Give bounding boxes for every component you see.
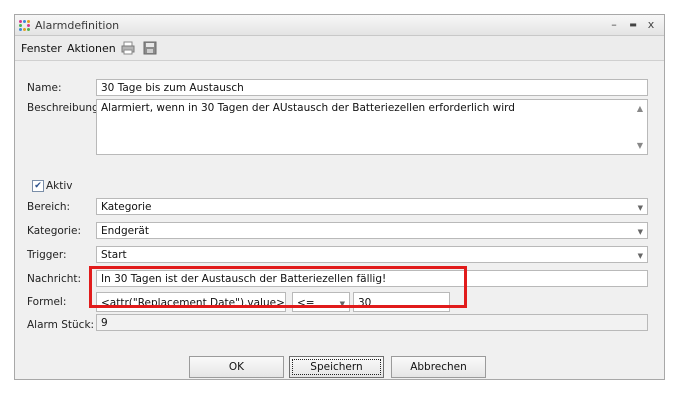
- area-select[interactable]: Kategorie ▼: [96, 198, 648, 215]
- name-label: Name:: [27, 82, 62, 94]
- close-button[interactable]: x: [644, 18, 658, 32]
- cancel-button[interactable]: Abbrechen: [391, 356, 486, 378]
- menu-bar: Fenster Aktionen: [15, 36, 664, 61]
- title-bar[interactable]: Alarmdefinition – ▬ x: [15, 15, 664, 36]
- chevron-down-icon[interactable]: ▼: [638, 228, 643, 236]
- chevron-down-icon[interactable]: ▼: [638, 252, 643, 260]
- scroll-down-icon[interactable]: ▼: [637, 141, 643, 150]
- area-value: Kategorie: [101, 201, 152, 213]
- menu-aktionen[interactable]: Aktionen: [67, 42, 116, 55]
- description-label: Beschreibung:: [27, 102, 103, 114]
- formula-label: Formel:: [27, 296, 67, 308]
- focus-rect: [292, 359, 381, 375]
- window-title: Alarmdefinition: [35, 19, 120, 32]
- description-text: Alarmiert, wenn in 30 Tagen der AUstausc…: [101, 102, 515, 114]
- description-textarea[interactable]: Alarmiert, wenn in 30 Tagen der AUstausc…: [96, 99, 648, 155]
- message-label: Nachricht:: [27, 273, 82, 285]
- chevron-down-icon[interactable]: ▼: [638, 204, 643, 212]
- category-label: Kategorie:: [27, 225, 82, 237]
- active-label: Aktiv: [46, 180, 73, 192]
- scroll-up-icon[interactable]: ▲: [637, 104, 643, 113]
- trigger-label: Trigger:: [27, 249, 67, 261]
- name-input[interactable]: 30 Tage bis zum Austausch: [96, 79, 648, 96]
- active-checkbox[interactable]: ✔: [32, 180, 44, 192]
- alarm-count-field: 9: [96, 314, 648, 331]
- alarm-count-label: Alarm Stück:: [27, 319, 95, 331]
- save-button[interactable]: Speichern: [289, 356, 384, 378]
- app-icon: [19, 20, 31, 32]
- trigger-value: Start: [101, 249, 127, 261]
- category-value: Endgerät: [101, 225, 149, 237]
- maximize-button[interactable]: ▬: [626, 18, 640, 32]
- menu-fenster[interactable]: Fenster: [21, 42, 62, 55]
- area-label: Bereich:: [27, 201, 71, 213]
- trigger-select[interactable]: Start ▼: [96, 246, 648, 263]
- save-icon[interactable]: [143, 41, 157, 55]
- minimize-button[interactable]: –: [607, 18, 621, 32]
- category-select[interactable]: Endgerät ▼: [96, 222, 648, 239]
- alarm-definition-window: Alarmdefinition – ▬ x Fenster Aktionen N…: [14, 14, 665, 380]
- ok-button[interactable]: OK: [189, 356, 284, 378]
- highlight-annotation-box: [89, 266, 467, 308]
- print-icon[interactable]: [121, 41, 135, 55]
